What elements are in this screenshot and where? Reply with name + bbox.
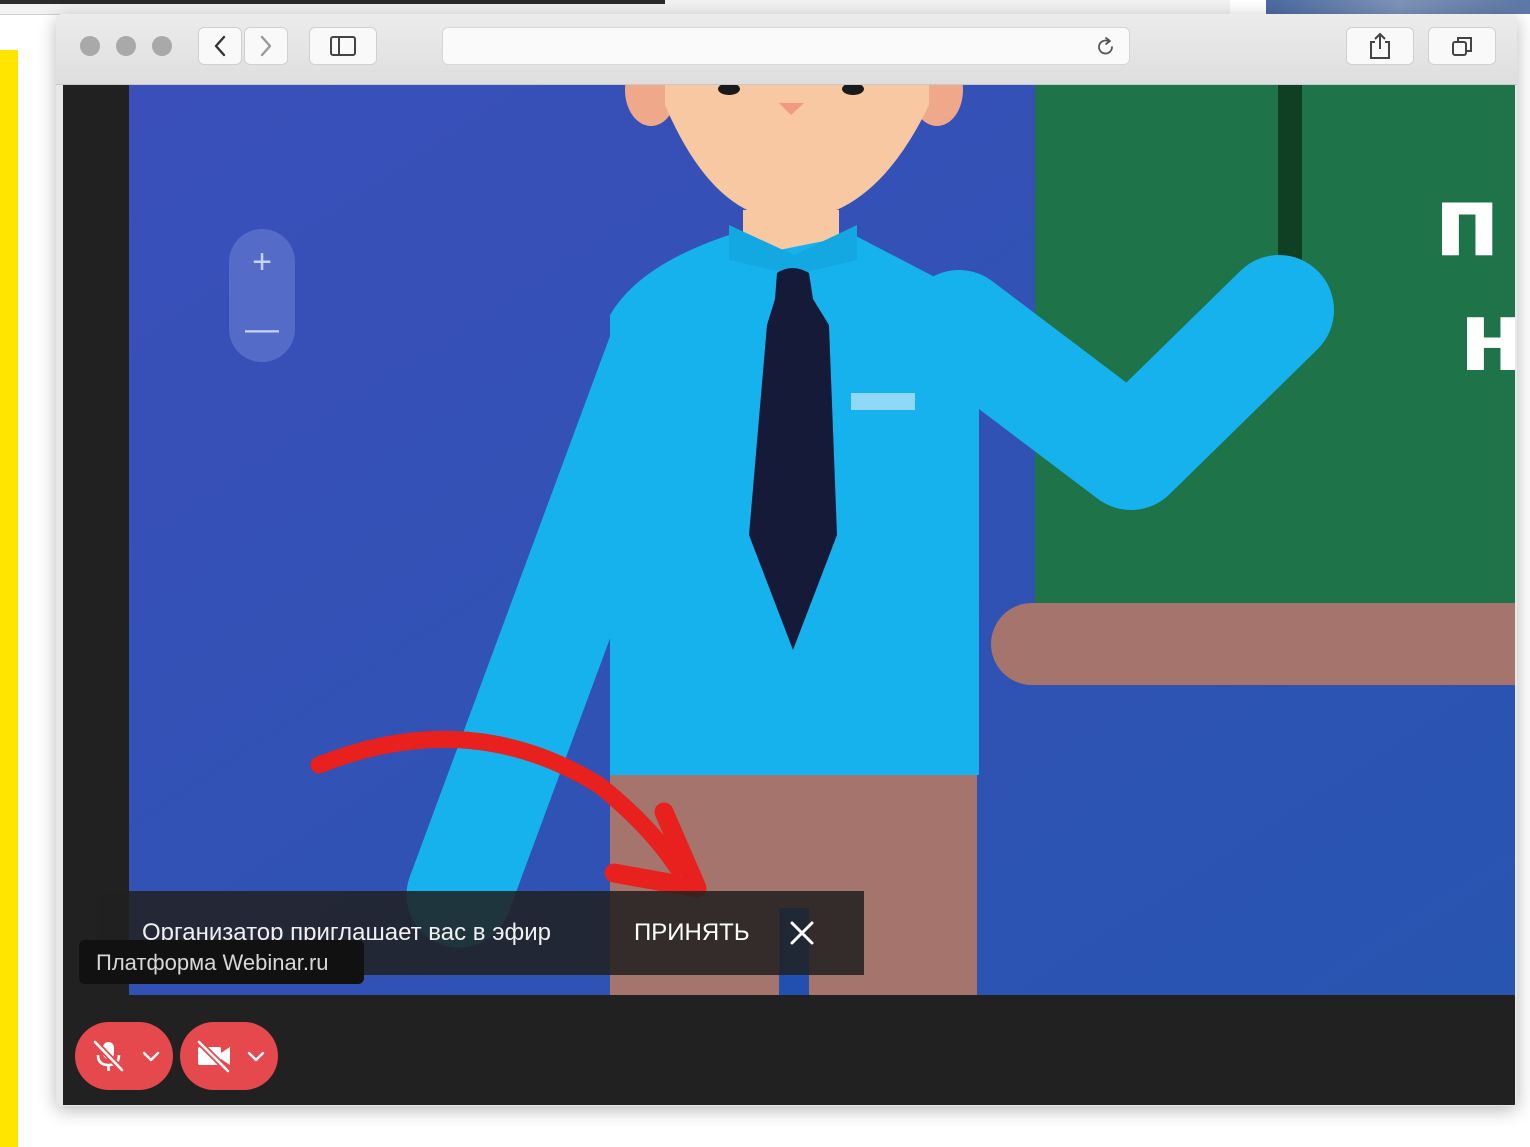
accept-button[interactable]: ПРИНЯТЬ [634,919,750,947]
browser-window: п н + — Организатор приглашает вас в эфи… [56,14,1517,1106]
microphone-muted-icon [92,1039,125,1073]
desk [991,603,1515,685]
board-letter-1: п [1434,166,1500,278]
background-yellow-strip [0,50,18,1147]
reload-icon [1098,37,1113,55]
forward-button[interactable] [244,27,288,65]
address-bar[interactable] [442,27,1130,65]
sidebar-button[interactable] [309,27,377,65]
presenter-video: п н [129,85,1515,995]
zoom-out-button[interactable]: — [229,296,295,362]
chevron-left-icon [214,35,226,57]
zoom-control: + — [229,229,295,362]
chevron-down-icon[interactable] [246,1049,266,1063]
reload-button[interactable] [1093,34,1119,60]
window-close-dot[interactable] [80,36,100,56]
browser-toolbar [56,14,1517,85]
camera-toggle-button[interactable] [180,1022,278,1090]
chevron-down-icon[interactable] [141,1049,161,1063]
zoom-in-button[interactable]: + [229,229,295,295]
webinar-viewport: п н + — Организатор приглашает вас в эфи… [63,85,1515,1105]
window-zoom-dot[interactable] [152,36,172,56]
tabs-icon [1452,37,1472,56]
board-letter-2: н [1459,281,1515,393]
window-minimize-dot[interactable] [116,36,136,56]
microphone-toggle-button[interactable] [75,1022,173,1090]
close-icon [790,921,814,945]
platform-label: Платформа Webinar.ru [79,940,364,984]
background-photo-strip [1266,0,1530,14]
background-dark-strip [0,0,665,4]
sidebar-icon [330,36,356,56]
video-stage: п н + — [129,85,1515,995]
share-button[interactable] [1346,27,1414,65]
tabs-overview-button[interactable] [1428,27,1496,65]
share-icon [1370,32,1390,59]
back-button[interactable] [198,27,242,65]
chevron-right-icon [260,35,272,57]
pocket [851,393,915,410]
close-notification-button[interactable] [778,909,826,957]
camera-off-icon [196,1039,231,1074]
